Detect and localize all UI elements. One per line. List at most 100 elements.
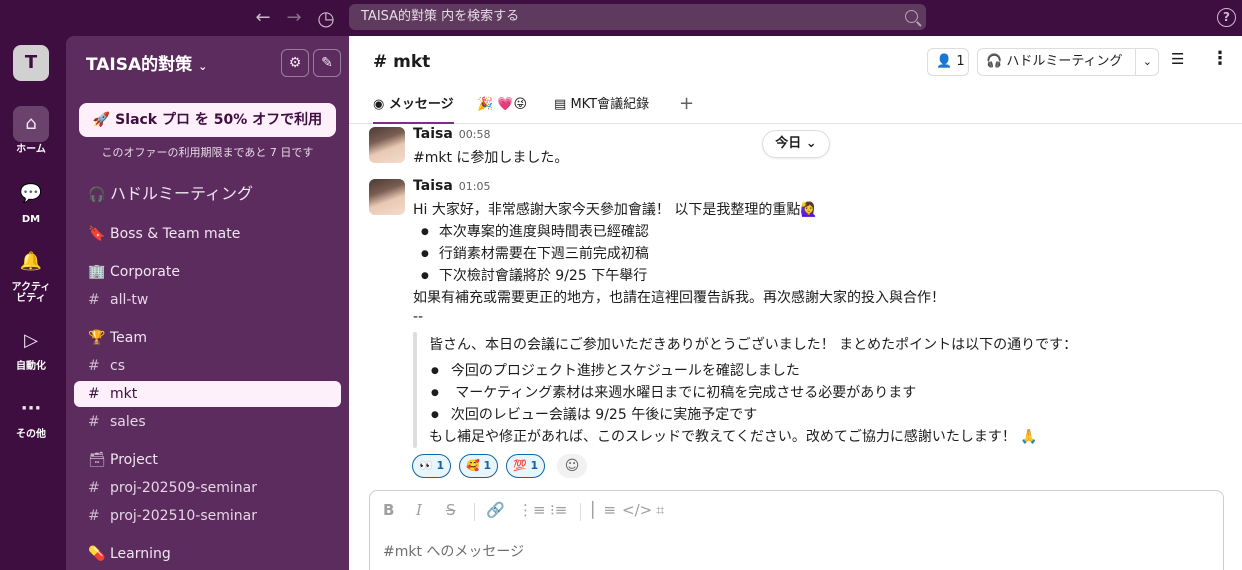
channel-title[interactable]: # mkt xyxy=(373,52,430,72)
tab-mkt-meeting-notes[interactable]: ▤ MKT會議紀錄 xyxy=(554,90,649,124)
italic-icon[interactable]: I xyxy=(416,501,422,519)
list-item: 次回のレビュー会議は 9/25 午後に実施予定です xyxy=(431,404,757,424)
help-icon[interactable]: ? xyxy=(1217,8,1236,27)
card-box-icon: 🗃 xyxy=(88,452,106,468)
sidebar-section-learning[interactable]: 💊 Learning xyxy=(74,541,341,567)
sidebar-item-huddles[interactable]: 🎧 ハドルミーティング xyxy=(74,181,341,207)
avatar[interactable] xyxy=(369,179,405,215)
rail-item-activity[interactable]: 🔔 アクティビティ xyxy=(0,244,62,304)
sidebar-channel-mkt[interactable]: # mkt xyxy=(74,381,341,407)
message-text: Hi 大家好，非常感謝大家今天參加會議！ 以下是我整理的重點🙋‍♀️ xyxy=(413,202,818,218)
sidebar-section-team[interactable]: 🏆 Team xyxy=(74,325,341,351)
forward-arrow-icon[interactable]: → xyxy=(282,6,306,30)
bookmark-icon: 🔖 xyxy=(88,226,106,242)
rail-label: アクティビティ xyxy=(11,282,51,304)
bullet-list-icon[interactable]: ⁝≡ xyxy=(550,501,567,519)
channel-tabs: ◉ メッセージ 🎉 💗😜 ▤ MKT會議紀錄 + xyxy=(349,90,1242,124)
dm-bubble-icon: 💬 xyxy=(19,183,43,204)
rail-label: DM xyxy=(21,214,41,225)
list-item: 今回のプロジェクト進捗とスケジュールを確認しました xyxy=(431,360,800,380)
avatar[interactable] xyxy=(369,127,405,163)
sidebar-section-boss-team[interactable]: 🔖 Boss & Team mate xyxy=(74,221,341,247)
quote-text: もし補足や修正があれば、このスレッドで教えてください。改めてご協力に感謝いたしま… xyxy=(429,429,1038,445)
rail-item-home[interactable]: ⌂ ホーム xyxy=(0,106,62,155)
more-dots-icon: ··· xyxy=(20,398,42,419)
history-clock-icon[interactable]: ◷ xyxy=(314,6,338,30)
date-divider-button[interactable]: 今日 ⌄ xyxy=(762,130,830,158)
code-icon[interactable]: </> xyxy=(622,501,652,519)
sidebar: TAISA的對策 ⌄ ⚙ ✎ 🚀 Slack プロ を 50% オフで利用 このオ… xyxy=(66,36,349,570)
hash-icon: # xyxy=(88,414,100,430)
canvas-list-icon[interactable]: ☰ xyxy=(1171,50,1184,68)
message-composer[interactable]: B I S 🔗 ⋮≡ ⁝≡ ▏≡ </> ⌗ #mkt へのメッセージ xyxy=(369,490,1224,570)
sidebar-channel-cs[interactable]: # cs xyxy=(74,353,341,379)
sidebar-channel-proj-202510[interactable]: # proj-202510-seminar xyxy=(74,503,341,529)
blockquote-bar xyxy=(413,332,417,448)
back-arrow-icon[interactable]: ← xyxy=(251,6,275,30)
more-vertical-icon[interactable]: ⋮ xyxy=(1211,48,1229,69)
sidebar-item-label: Project xyxy=(110,452,158,468)
message-timestamp[interactable]: 01:05 xyxy=(459,180,491,193)
sidebar-channel-sales[interactable]: # sales xyxy=(74,409,341,435)
ordered-list-icon[interactable]: ⋮≡ xyxy=(518,501,546,519)
workspace-avatar[interactable]: T xyxy=(13,45,49,81)
sidebar-item-label: Boss & Team mate xyxy=(110,226,241,242)
settings-gear-icon[interactable]: ⚙ xyxy=(281,49,309,77)
tab-label: 🎉 💗😜 xyxy=(477,97,528,112)
code-block-icon[interactable]: ⌗ xyxy=(656,501,664,519)
sidebar-section-corporate[interactable]: 🏢 Corporate xyxy=(74,259,341,285)
strikethrough-icon[interactable]: S xyxy=(446,501,456,519)
top-bar: ← → ◷ TAISA的對策 内を検索する ? xyxy=(0,0,1242,36)
add-reaction-icon[interactable]: ☺ xyxy=(557,454,587,478)
tab-messages[interactable]: ◉ メッセージ xyxy=(373,90,454,124)
hash-icon: # xyxy=(88,358,100,374)
reaction-count: 1 xyxy=(436,459,445,472)
message-timestamp[interactable]: 00:58 xyxy=(459,128,491,141)
sidebar-item-label: proj-202510-seminar xyxy=(110,508,257,524)
headphones-icon: 🎧 xyxy=(88,187,106,203)
huddle-button[interactable]: 🎧 ハドルミーティング ⌄ xyxy=(977,48,1159,76)
workspace-rail: T ⌂ ホーム 💬 DM 🔔 アクティビティ ▷ 自動化 ··· その他 xyxy=(0,36,66,570)
sidebar-channel-all-tw[interactable]: # all-tw xyxy=(74,287,341,313)
smiling-hearts-emoji-icon: 🥰 xyxy=(466,459,480,472)
canvas-doc-icon: ▤ xyxy=(554,97,567,112)
rail-item-automation[interactable]: ▷ 自動化 xyxy=(0,323,62,372)
sidebar-channel-proj-202509[interactable]: # proj-202509-seminar xyxy=(74,475,341,501)
promo-button[interactable]: 🚀 Slack プロ を 50% オフで利用 xyxy=(79,103,336,137)
compose-icon[interactable]: ✎ xyxy=(313,49,341,77)
hash-icon: # xyxy=(88,292,100,308)
sidebar-item-label: proj-202509-seminar xyxy=(110,480,257,496)
reaction-smiling-hearts[interactable]: 🥰 1 xyxy=(459,454,499,478)
reaction-hundred[interactable]: 💯 1 xyxy=(506,454,546,478)
members-button[interactable]: 👤 1 xyxy=(927,48,969,76)
person-icon: 👤 xyxy=(936,54,953,69)
sidebar-item-label: sales xyxy=(110,414,146,430)
promo-note: このオファーの利用期限まであと 7 日です xyxy=(101,146,314,159)
message-bubble-icon: ◉ xyxy=(373,97,385,112)
divider xyxy=(580,503,581,521)
author-name: Taisa xyxy=(413,126,453,142)
reaction-eyes[interactable]: 👀 1 xyxy=(412,454,452,478)
building-icon: 🏢 xyxy=(88,264,106,280)
rail-label: ホーム xyxy=(16,144,46,155)
sidebar-section-project[interactable]: 🗃 Project xyxy=(74,447,341,473)
workspace-name: TAISA的對策 xyxy=(86,55,193,75)
channel-view: # mkt 👤 1 🎧 ハドルミーティング ⌄ ☰ ⋮ ◉ メッセージ 🎉 💗😜… xyxy=(349,36,1242,570)
message-author[interactable]: Taisa 01:05 xyxy=(413,178,490,194)
tab-emoji-canvas[interactable]: 🎉 💗😜 xyxy=(477,90,527,124)
workspace-name-button[interactable]: TAISA的對策 ⌄ xyxy=(86,50,207,75)
trophy-icon: 🏆 xyxy=(88,330,106,346)
search-icon xyxy=(905,10,918,23)
blockquote-icon[interactable]: ▏≡ xyxy=(592,501,616,519)
chevron-down-icon[interactable]: ⌄ xyxy=(1143,49,1152,75)
search-input[interactable]: TAISA的對策 内を検索する xyxy=(349,4,926,30)
pill-icon: 💊 xyxy=(88,546,106,562)
message-author[interactable]: Taisa 00:58 xyxy=(413,126,490,142)
bold-icon[interactable]: B xyxy=(383,501,394,519)
link-icon[interactable]: 🔗 xyxy=(486,501,505,519)
huddle-label: ハドルミーティング xyxy=(1006,54,1123,69)
sidebar-item-label: Team xyxy=(110,330,148,346)
rail-item-more[interactable]: ··· その他 xyxy=(0,391,62,440)
add-tab-plus-icon[interactable]: + xyxy=(679,93,694,114)
rail-item-dm[interactable]: 💬 DM xyxy=(0,176,62,225)
